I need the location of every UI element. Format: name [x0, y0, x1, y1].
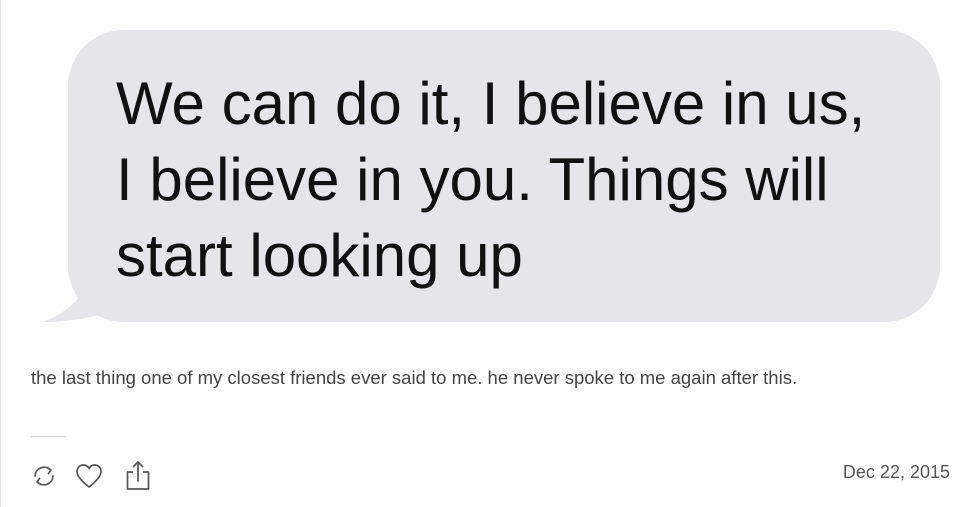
- reblog-button[interactable]: [30, 459, 58, 493]
- heart-icon: [76, 464, 102, 488]
- message-text: We can do it, I believe in us, I believe…: [116, 70, 866, 289]
- left-border: [0, 0, 1, 507]
- like-button[interactable]: [74, 459, 102, 493]
- post-caption: the last thing one of my closest friends…: [31, 367, 798, 388]
- message-bubble-image: We can do it, I believe in us, I believe…: [38, 30, 942, 326]
- post-date: Dec 22, 2015: [842, 462, 950, 482]
- share-icon: [126, 461, 150, 490]
- divider: [31, 436, 66, 437]
- share-button[interactable]: [124, 459, 152, 493]
- reblog-icon: [34, 466, 54, 486]
